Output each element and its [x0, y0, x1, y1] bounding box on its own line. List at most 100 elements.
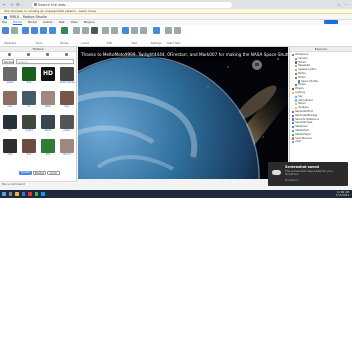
toolbox-item[interactable]: Sign	[58, 90, 76, 113]
toolbox-item[interactable]: Bench	[58, 138, 76, 161]
search-icon[interactable]	[8, 192, 12, 196]
toolbox-item-thumbnail	[41, 115, 55, 129]
toolbox-item[interactable]: Avatar Model	[58, 66, 76, 89]
toolbox-item[interactable]: Table	[39, 90, 57, 113]
explorer-item-icon	[295, 99, 298, 102]
ribbon-tool-icon[interactable]	[72, 27, 80, 34]
taskbar: 11:06 AM 7/17/2022	[0, 190, 352, 198]
toolbox-item-thumbnail	[22, 115, 36, 129]
clock-date: 7/17/2022	[335, 194, 349, 197]
explorer-item-icon	[292, 129, 295, 132]
toolbox-item-thumbnail	[22, 139, 36, 153]
toolbox-item[interactable]: Tree	[20, 66, 38, 89]
inventory-icon[interactable]	[27, 53, 30, 56]
share-button[interactable]	[324, 20, 338, 24]
toolbox-item[interactable]: Ball	[39, 138, 57, 161]
toolbox-item-label: Sofa	[7, 153, 13, 156]
ribbon-tool-icon[interactable]	[121, 27, 129, 34]
marketplace-icon[interactable]	[8, 53, 11, 56]
category-dropdown[interactable]: Models	[2, 58, 14, 64]
ribbon-tool-icon[interactable]	[90, 27, 98, 34]
ribbon-icons	[165, 27, 182, 34]
recent-icon[interactable]	[46, 53, 49, 56]
ribbon-icons	[22, 27, 56, 34]
explorer-item-icon	[298, 80, 301, 83]
toolbox-item-label: Avatar Model	[59, 81, 75, 84]
toolbox-item-thumbnail	[3, 67, 17, 81]
ribbon-tool-icon[interactable]	[31, 27, 38, 34]
toolbox-item[interactable]: Hat	[1, 114, 19, 137]
studio-logo-icon	[4, 15, 7, 19]
ribbon-tool-icon[interactable]	[101, 27, 109, 34]
explorer-row-label: Chat	[295, 140, 301, 144]
ribbon-group-team-test: Team Test	[165, 27, 182, 45]
explorer-tree: Workspace Camera Terrain Baseplate SpawnLoca…	[290, 52, 352, 145]
toolbox-item[interactable]: Cart	[1, 90, 19, 113]
lock-icon	[34, 2, 37, 6]
toolbox-search-row: Models Search	[0, 58, 76, 65]
camera-button[interactable]	[252, 60, 262, 70]
toolbox-item[interactable]: Sofa	[1, 138, 19, 161]
toolbox-item[interactable]: HD	[39, 66, 57, 89]
ribbon-group-tools: Tools	[22, 27, 56, 45]
ribbon-tool-icon[interactable]	[49, 27, 56, 34]
browser-actions[interactable]: ☆ ⋯	[337, 2, 352, 7]
toolbox-item[interactable]: Avatar	[58, 114, 76, 137]
ribbon-group-label: Test	[131, 42, 137, 45]
toolbox-item[interactable]: Robot	[39, 114, 57, 137]
ribbon-tool-icon[interactable]	[81, 27, 89, 34]
screenshot-toast[interactable]: Screenshot saved The screenshot was adde…	[268, 162, 348, 186]
ribbon-group-label: Settings	[150, 42, 162, 45]
toast-link[interactable]: OneDrive	[285, 178, 345, 182]
roblox-studio-icon[interactable]	[41, 192, 45, 196]
toolbox-item[interactable]: Avatar	[1, 66, 19, 89]
ribbon-icons	[121, 27, 147, 34]
ribbon-tool-icon[interactable]	[130, 27, 138, 34]
ribbon-tool-icon[interactable]	[139, 27, 147, 34]
blank-area	[0, 198, 352, 352]
ribbon-tool-icon[interactable]	[60, 27, 68, 34]
toolbox-search-input[interactable]: Search	[16, 58, 74, 64]
explorer-item-icon	[295, 106, 298, 110]
toolbox-item[interactable]: Knight	[20, 114, 38, 137]
toolbox-item-thumbnail	[41, 139, 55, 153]
viewport-caption: Thanks to MeltoMoto9999, Twilight4444, 0…	[78, 51, 288, 58]
ribbon-tool-icon[interactable]	[2, 27, 9, 34]
file-explorer-icon[interactable]	[15, 192, 19, 196]
app-icon-2[interactable]	[34, 192, 38, 196]
pill-models[interactable]: Models	[19, 171, 32, 175]
ribbon-group-insert: Insert	[72, 27, 98, 45]
explorer-item-icon	[292, 118, 295, 121]
ribbon-tool-icon[interactable]	[152, 27, 160, 34]
explorer-row[interactable]: Chat	[292, 140, 350, 144]
ribbon-group-label: Team Test	[167, 42, 180, 45]
app-icon[interactable]	[28, 192, 32, 196]
toolbox-item[interactable]: Box	[20, 138, 38, 161]
toolbox-item-label: Jet	[27, 105, 31, 108]
address-bar[interactable]: Search the web...	[32, 1, 232, 8]
ribbon-group-label: Clipboard	[3, 42, 17, 45]
explorer-item-icon	[292, 53, 295, 56]
command-bar[interactable]: Run a command	[0, 181, 77, 186]
ribbon-group-label: Terrain	[60, 42, 69, 45]
ribbon-tool-icon[interactable]	[165, 27, 173, 34]
ribbon-tool-icon[interactable]	[11, 27, 18, 34]
pill-audio[interactable]: Audio	[47, 171, 60, 175]
game-viewport[interactable]: Thanks to MeltoMoto9999, Twilight4444, 0…	[78, 47, 288, 179]
ribbon-tool-icon[interactable]	[40, 27, 47, 34]
explorer-item-icon	[295, 68, 298, 72]
browser-toolbar: ← → ⟳ Search the web... ☆ ⋯	[0, 0, 352, 9]
ribbon-tool-icon[interactable]	[22, 27, 29, 34]
browser-nav-buttons[interactable]: ← → ⟳	[0, 2, 30, 7]
edge-icon[interactable]	[21, 192, 25, 196]
ribbon-tool-icon[interactable]	[174, 27, 182, 34]
clock[interactable]: 11:06 AM 7/17/2022	[336, 191, 352, 197]
start-icon[interactable]	[2, 192, 6, 196]
filter-icon[interactable]	[65, 53, 68, 56]
ribbon-icons	[101, 27, 118, 34]
pill-meshes[interactable]: Meshes	[33, 171, 46, 175]
toolbox-item[interactable]: Jet	[20, 90, 38, 113]
ribbon-tool-icon[interactable]	[110, 27, 118, 34]
toolbox-item-label: Table	[45, 105, 51, 108]
toolbox-item-thumbnail: HD	[41, 67, 55, 81]
